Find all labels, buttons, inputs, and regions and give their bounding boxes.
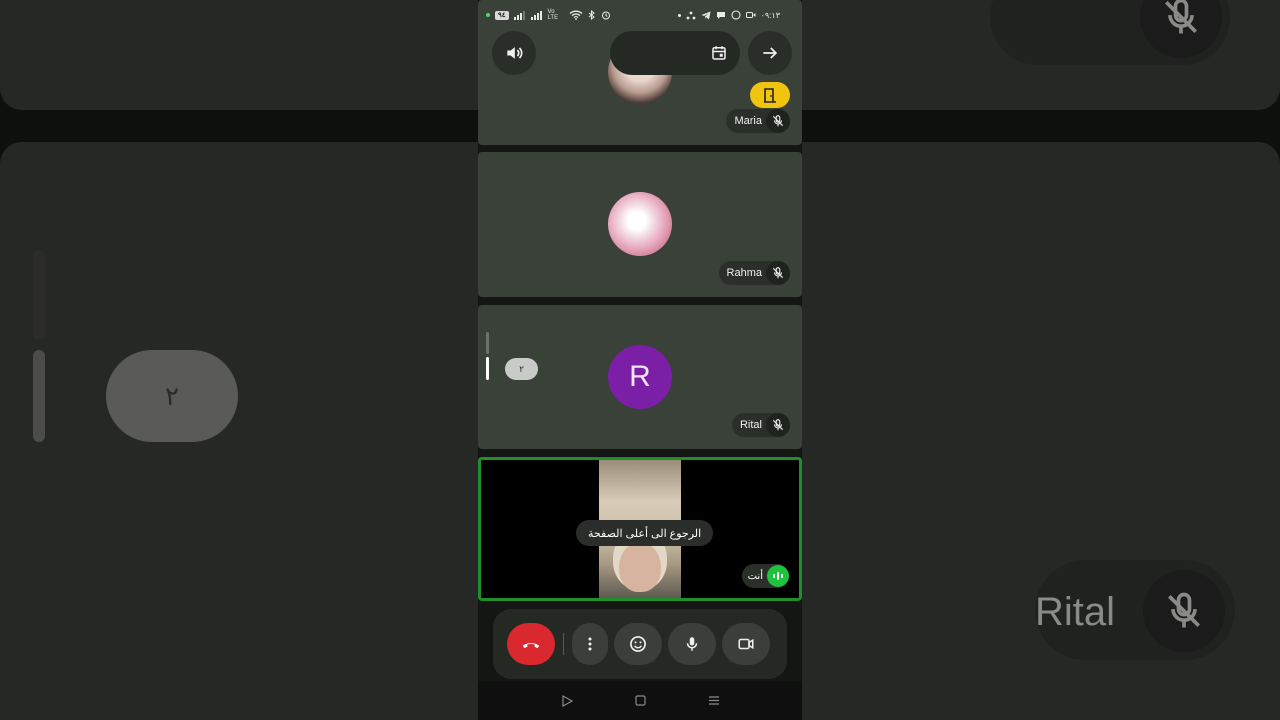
- back-nav-icon[interactable]: [561, 694, 573, 707]
- signal-icon: [513, 10, 525, 20]
- emoji-icon: [630, 636, 646, 652]
- calendar-icon: [712, 46, 726, 60]
- telegram-icon: [701, 11, 711, 19]
- battery-level: ٩٤: [495, 10, 509, 20]
- background-mic-off-icon: [1143, 570, 1225, 652]
- clock: ٠٩:١٣: [760, 10, 780, 20]
- more-options-button[interactable]: [572, 623, 608, 665]
- recents-nav-icon[interactable]: [708, 695, 720, 706]
- status-bar: ٩٤ Vo LTE ٠٩:١٣: [478, 0, 802, 30]
- scroll-track[interactable]: [486, 332, 489, 354]
- avatar-rahma: [608, 192, 672, 256]
- mic-off-icon: [766, 261, 790, 285]
- participant-tile-rahma[interactable]: Rahma: [478, 152, 802, 297]
- background-mic-off-icon: [1140, 0, 1222, 58]
- signal-icon: [530, 10, 542, 20]
- video-notification-icon: [745, 12, 756, 18]
- self-face: [619, 542, 661, 592]
- phone-hangup-icon: [522, 643, 540, 649]
- system-navigation-bar: [478, 681, 802, 720]
- participant-name: Maria: [734, 115, 762, 127]
- meeting-info-pill[interactable]: [610, 31, 740, 75]
- status-bar-left: ٩٤ Vo LTE: [486, 9, 611, 21]
- background-scroll-track: [33, 250, 45, 340]
- home-nav-icon[interactable]: [634, 695, 646, 706]
- arrow-forward-icon: [763, 47, 778, 59]
- mic-off-icon: [766, 109, 790, 133]
- volume-up-icon: [507, 47, 523, 59]
- call-controls-bar: [493, 609, 787, 679]
- mic-off-icon: [766, 413, 790, 437]
- participant-tile-rital[interactable]: ٢ R Rital: [478, 305, 802, 449]
- background-scroll-thumb: [33, 350, 45, 442]
- leave-room-button[interactable]: [750, 82, 790, 108]
- alarm-icon: [601, 11, 610, 20]
- microphone-button[interactable]: [668, 623, 716, 665]
- hang-up-button[interactable]: [507, 623, 555, 665]
- background-name-rital: Rital: [1035, 590, 1116, 634]
- share-icon: [686, 11, 695, 19]
- background-name-chip-rital: Rital: [1035, 560, 1235, 660]
- chat-icon: [716, 11, 725, 19]
- videocam-icon: [738, 638, 754, 650]
- participant-name: Rital: [739, 419, 762, 431]
- name-chip-maria: Maria: [726, 109, 790, 133]
- screen: Rahma ٢ Rital ٩٤ Vo LTE: [0, 0, 1280, 720]
- status-bar-right: ٠٩:١٣: [677, 10, 780, 20]
- participant-name: Rahma: [726, 267, 762, 279]
- scroll-thumb[interactable]: [486, 357, 489, 380]
- more-vertical-icon: [588, 637, 592, 651]
- switch-view-button[interactable]: [748, 31, 792, 75]
- scroll-to-top-tooltip[interactable]: الرجوع الى أعلى الصفحة: [576, 520, 714, 546]
- mic-icon: [686, 637, 698, 651]
- controls-divider: [563, 633, 564, 655]
- reactions-button[interactable]: [614, 623, 662, 665]
- phone-screen: ٩٤ Vo LTE ٠٩:١٣ Maria Rahma ٢ R Rital ال…: [478, 0, 802, 720]
- avatar-rital: R: [608, 345, 672, 409]
- door-icon: [764, 88, 776, 103]
- page-indicator-badge: ٢: [505, 358, 538, 380]
- whatsapp-icon: [731, 10, 741, 20]
- speaking-indicator-icon: [767, 565, 789, 587]
- self-label: أنت: [747, 570, 763, 582]
- camera-button[interactable]: [722, 623, 770, 665]
- background-name-chip-rahma: Rahma: [984, 0, 1230, 65]
- privacy-indicator-dot: [486, 13, 490, 17]
- notification-dot-icon: [677, 13, 681, 17]
- name-chip-rital: Rital: [731, 413, 790, 437]
- bluetooth-icon: [588, 10, 595, 20]
- volte-label: Vo LTE: [547, 9, 559, 21]
- name-chip-rahma: Rahma: [718, 261, 790, 285]
- self-video-tile[interactable]: الرجوع الى أعلى الصفحة أنت: [478, 457, 802, 601]
- speaker-button[interactable]: [492, 31, 536, 75]
- background-name-rahma: Rahma: [984, 0, 1113, 9]
- self-name-chip: أنت: [741, 564, 789, 588]
- wifi-icon: [569, 10, 582, 20]
- background-pager-pill: ٢: [106, 350, 238, 442]
